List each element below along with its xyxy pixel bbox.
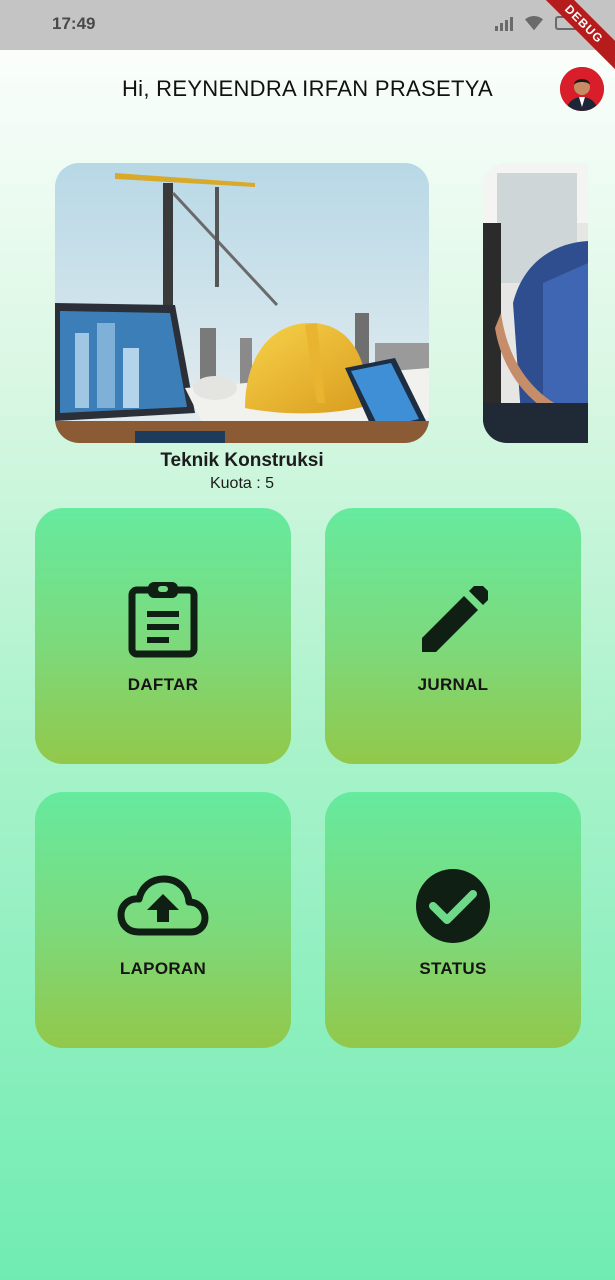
avatar-portrait-icon: [560, 67, 604, 111]
carousel-card-quota: Kuota : 5: [209, 475, 275, 492]
status-time: 17:49: [52, 14, 96, 33]
signal-icon: [495, 15, 513, 31]
wifi-icon: [525, 15, 543, 31]
carousel-card-construction[interactable]: [55, 163, 429, 443]
avatar[interactable]: [560, 67, 604, 111]
greeting-title: Hi, REYNENDRA IRFAN PRASETYA: [121, 76, 494, 101]
carousel-card-title: Teknik Konstruksi: [160, 450, 324, 471]
laporan-label: LAPORAN: [119, 959, 207, 978]
cloud-upload-icon: [35, 874, 291, 938]
carousel-card-mechanic[interactable]: [483, 163, 588, 443]
daftar-label: DAFTAR: [127, 675, 199, 694]
debug-banner: DEBUG: [530, 0, 615, 78]
status-bar: 17:49 DEBUG: [0, 0, 615, 78]
clipboard-icon: [35, 580, 291, 658]
status-button[interactable]: STATUS: [325, 792, 581, 1048]
pencil-icon: [325, 586, 581, 656]
mechanic-image: [483, 163, 588, 443]
jurnal-button[interactable]: JURNAL: [325, 508, 581, 764]
status-label: STATUS: [419, 959, 487, 978]
daftar-button[interactable]: DAFTAR: [35, 508, 291, 764]
construction-image: [55, 163, 429, 443]
jurnal-label: JURNAL: [417, 675, 489, 694]
check-circle-icon: [325, 868, 581, 944]
laporan-button[interactable]: LAPORAN: [35, 792, 291, 1048]
